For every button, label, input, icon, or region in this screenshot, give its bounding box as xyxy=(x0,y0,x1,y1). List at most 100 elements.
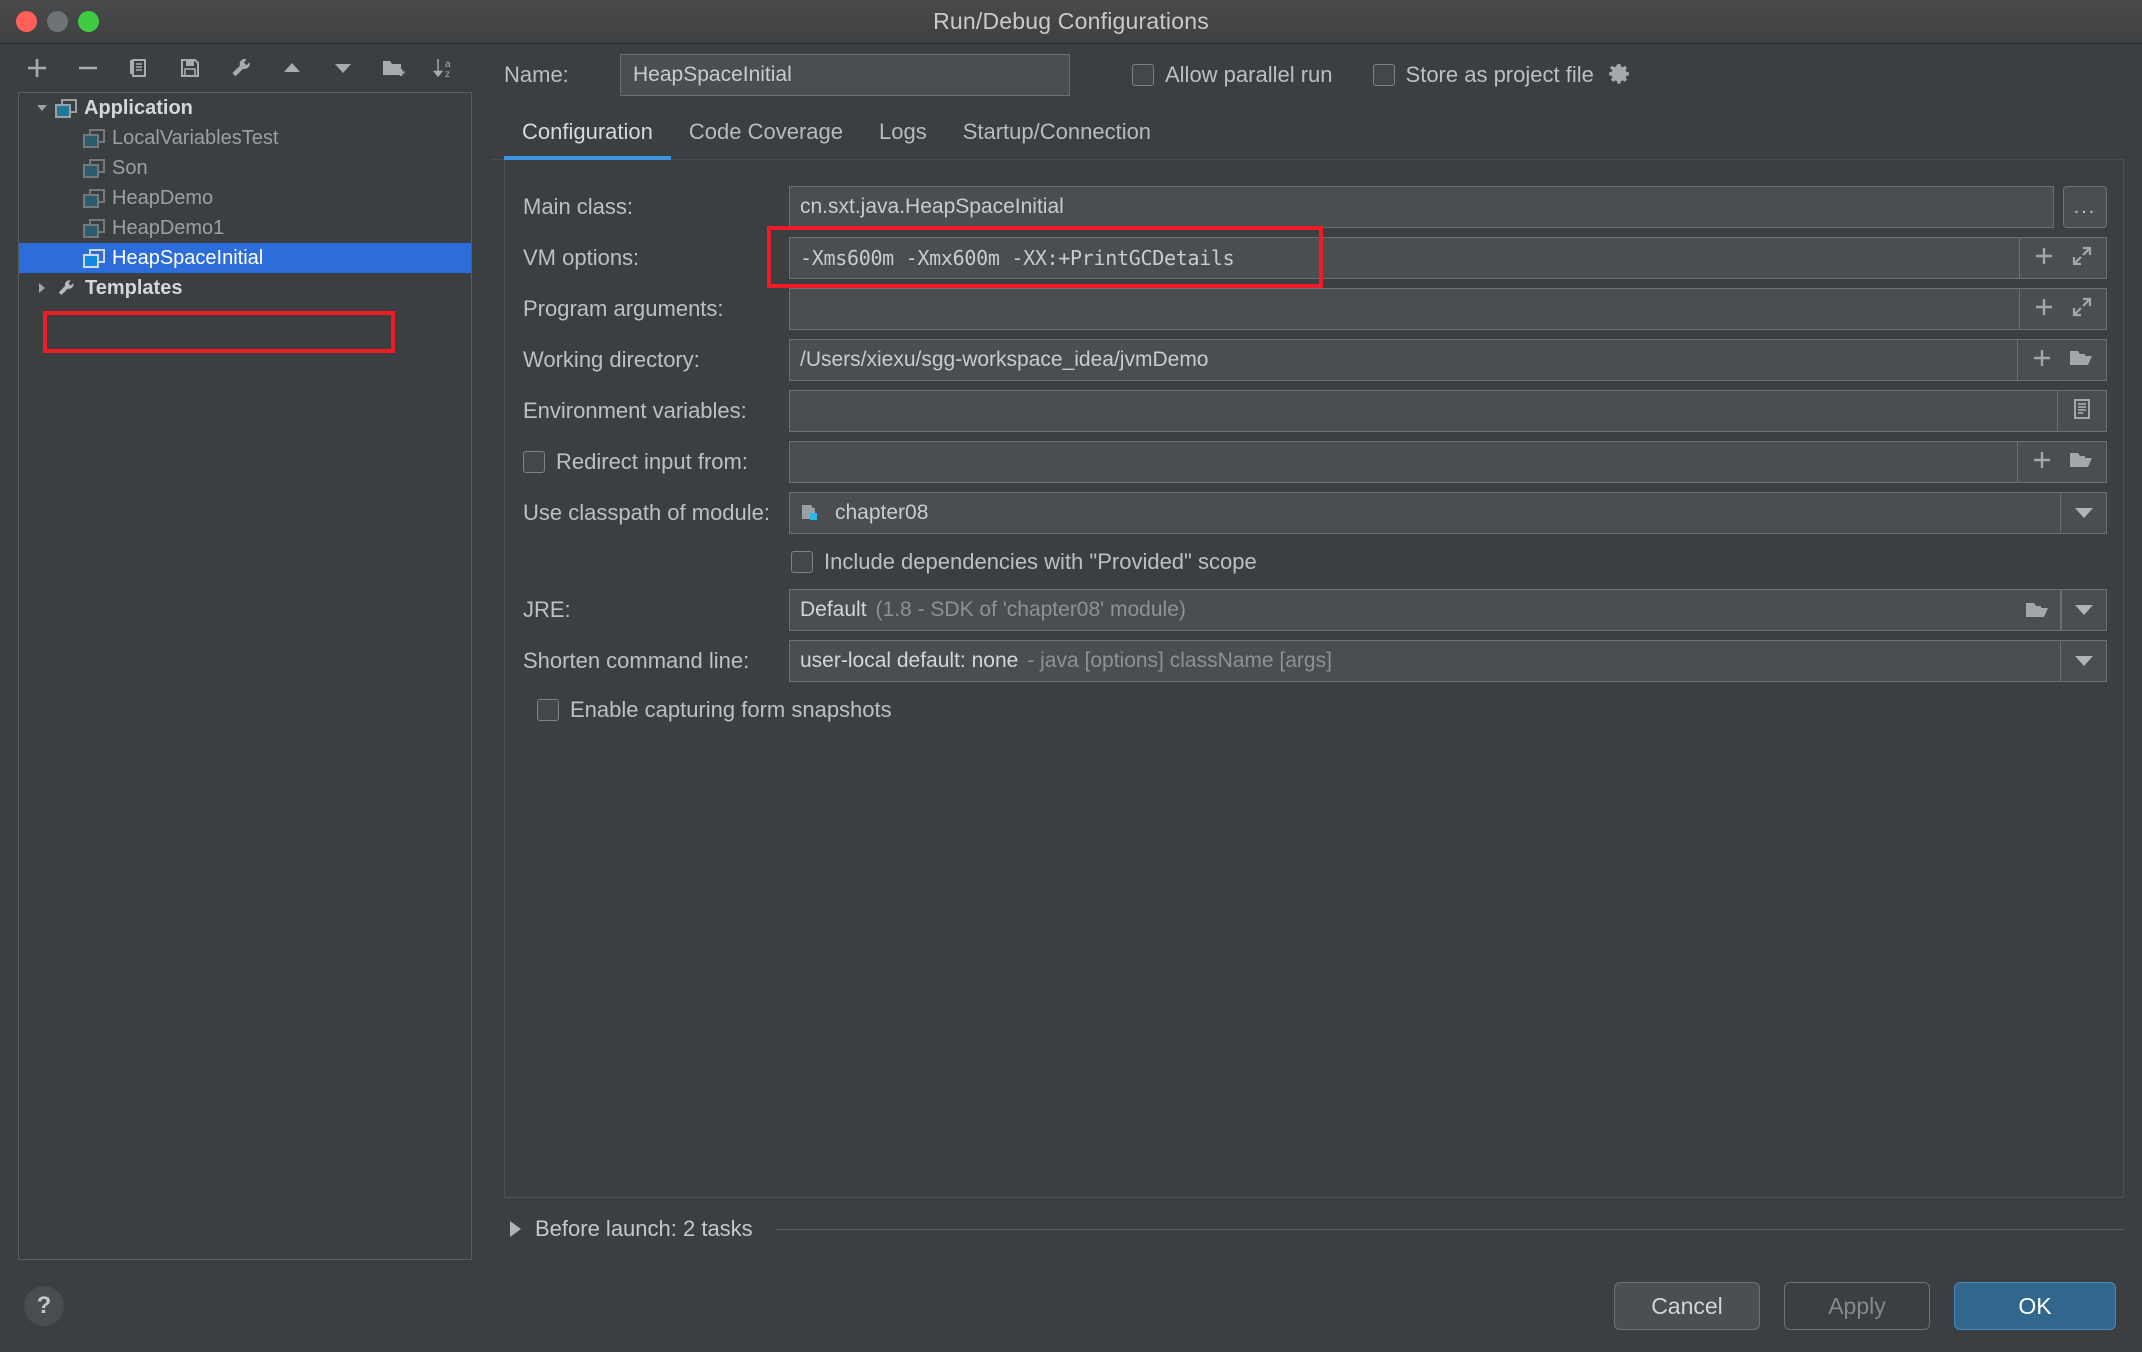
jre-combo[interactable]: Default (1.8 - SDK of 'chapter08' module… xyxy=(789,589,2061,631)
store-as-project-file-checkbox[interactable]: Store as project file xyxy=(1372,62,1594,88)
name-label: Name: xyxy=(504,62,569,87)
tree-item-label: LocalVariablesTest xyxy=(112,126,279,149)
expand-icon[interactable] xyxy=(2070,244,2094,273)
folder-icon[interactable] xyxy=(2068,448,2094,477)
tree-item-heapdemo[interactable]: HeapDemo xyxy=(19,183,471,213)
checkbox-box[interactable] xyxy=(537,699,559,721)
shorten-command-line-detail: - java [options] className [args] xyxy=(1027,649,1332,672)
list-icon[interactable] xyxy=(2070,397,2094,426)
edit-templates-button[interactable] xyxy=(224,51,258,85)
chevron-down-icon xyxy=(2074,656,2093,666)
tree-item-templates[interactable]: Templates xyxy=(19,273,471,303)
tree-item-label: Templates xyxy=(85,276,183,299)
checkbox-box[interactable] xyxy=(791,551,813,573)
configurations-tree[interactable]: Application LocalVariablesTest Son HeapD… xyxy=(18,92,472,1260)
chevron-down-icon[interactable] xyxy=(29,100,55,116)
tree-item-application[interactable]: Application xyxy=(19,93,471,123)
shorten-command-line-dropdown-arrow[interactable] xyxy=(2061,640,2107,682)
annotation-rect-selected-config xyxy=(43,311,395,353)
program-arguments-row: Program arguments: xyxy=(521,284,2107,334)
window-controls xyxy=(16,11,99,32)
editor-tabs[interactable]: Configuration Code Coverage Logs Startup… xyxy=(492,106,2124,160)
help-button[interactable]: ? xyxy=(24,1286,64,1326)
maximize-button[interactable] xyxy=(78,11,99,32)
module-icon xyxy=(800,502,826,524)
chevron-right-icon[interactable] xyxy=(510,1221,521,1237)
main-class-input[interactable]: cn.sxt.java.HeapSpaceInitial xyxy=(789,186,2054,228)
name-input[interactable]: HeapSpaceInitial xyxy=(620,54,1070,96)
tab-code-coverage[interactable]: Code Coverage xyxy=(671,119,861,159)
program-arguments-input[interactable] xyxy=(789,288,2020,330)
dialog-body: a z Application LocalVariablesTest Son H… xyxy=(0,44,2142,1260)
include-provided-checkbox[interactable]: Include dependencies with "Provided" sco… xyxy=(791,549,1257,575)
dialog-footer: ? Cancel Apply OK xyxy=(0,1260,2142,1352)
minimize-button[interactable] xyxy=(47,11,68,32)
enable-form-snapshots-row: Enable capturing form snapshots xyxy=(521,687,2107,733)
ok-button[interactable]: OK xyxy=(1954,1282,2116,1330)
redirect-input-checkbox[interactable]: Redirect input from: xyxy=(521,449,789,475)
classpath-module-dropdown-arrow[interactable] xyxy=(2061,492,2107,534)
remove-configuration-button[interactable] xyxy=(71,51,105,85)
checkbox-box[interactable] xyxy=(523,451,545,473)
program-arguments-label: Program arguments: xyxy=(523,296,724,321)
tab-logs[interactable]: Logs xyxy=(861,119,945,159)
allow-parallel-run-checkbox[interactable]: Allow parallel run xyxy=(1132,62,1333,88)
main-class-browse-button[interactable]: ... xyxy=(2063,186,2107,228)
plus-icon[interactable] xyxy=(2032,244,2056,273)
tree-item-heapspaceinitial[interactable]: HeapSpaceInitial xyxy=(19,243,471,273)
tree-item-label: HeapDemo1 xyxy=(112,216,225,239)
redirect-input-label: Redirect input from: xyxy=(556,449,748,474)
classpath-module-label: Use classpath of module: xyxy=(523,500,771,525)
move-up-button[interactable] xyxy=(275,51,309,85)
save-configuration-button[interactable] xyxy=(173,51,207,85)
redirect-input-field[interactable] xyxy=(789,441,2018,483)
tree-item-heapdemo1[interactable]: HeapDemo1 xyxy=(19,213,471,243)
tab-startup-connection[interactable]: Startup/Connection xyxy=(945,119,1169,159)
plus-icon[interactable] xyxy=(2030,346,2054,375)
jre-dropdown-arrow[interactable] xyxy=(2061,589,2107,631)
chevron-down-icon xyxy=(2074,508,2093,518)
expand-icon[interactable] xyxy=(2070,295,2094,324)
tree-item-label: Application xyxy=(84,96,193,119)
application-icon xyxy=(83,248,105,268)
sort-configurations-button[interactable]: a z xyxy=(428,51,462,85)
configurations-toolbar: a z xyxy=(0,44,492,92)
folder-icon[interactable] xyxy=(2024,598,2050,622)
move-down-button[interactable] xyxy=(326,51,360,85)
working-directory-row: Working directory: /Users/xiexu/sgg-work… xyxy=(521,335,2107,385)
wrench-icon xyxy=(55,277,79,299)
tree-item-son[interactable]: Son xyxy=(19,153,471,183)
run-debug-configurations-dialog: Run/Debug Configurations a z Application… xyxy=(0,0,2142,1352)
folder-icon[interactable] xyxy=(2068,346,2094,375)
application-icon xyxy=(83,218,105,238)
before-launch-section[interactable]: Before launch: 2 tasks xyxy=(504,1198,2124,1260)
jre-value: Default xyxy=(800,598,867,621)
application-icon xyxy=(83,188,105,208)
plus-icon[interactable] xyxy=(2032,295,2056,324)
apply-button[interactable]: Apply xyxy=(1784,1282,1930,1330)
allow-parallel-run-label: Allow parallel run xyxy=(1165,62,1333,87)
checkbox-box[interactable] xyxy=(1372,64,1395,86)
configuration-form: Main class: cn.sxt.java.HeapSpaceInitial… xyxy=(504,160,2124,1198)
chevron-right-icon[interactable] xyxy=(29,280,55,296)
classpath-module-combo[interactable]: chapter08 xyxy=(789,492,2061,534)
environment-variables-input[interactable] xyxy=(789,390,2058,432)
title-bar: Run/Debug Configurations xyxy=(0,0,2142,44)
checkbox-box[interactable] xyxy=(1132,64,1154,86)
gear-icon[interactable] xyxy=(1606,62,1632,88)
enable-form-snapshots-checkbox[interactable]: Enable capturing form snapshots xyxy=(537,697,892,723)
add-configuration-button[interactable] xyxy=(20,51,54,85)
plus-icon[interactable] xyxy=(2030,448,2054,477)
new-folder-button[interactable] xyxy=(377,51,411,85)
shorten-command-line-combo[interactable]: user-local default: none - java [options… xyxy=(789,640,2061,682)
vm-options-input[interactable]: -Xms600m -Xmx600m -XX:+PrintGCDetails xyxy=(789,237,2020,279)
environment-variables-buttons xyxy=(2058,390,2107,432)
program-arguments-buttons xyxy=(2020,288,2107,330)
close-button[interactable] xyxy=(16,11,37,32)
tab-configuration[interactable]: Configuration xyxy=(504,119,671,160)
tree-item-localvariablestest[interactable]: LocalVariablesTest xyxy=(19,123,471,153)
cancel-button[interactable]: Cancel xyxy=(1614,1282,1760,1330)
working-directory-input[interactable]: /Users/xiexu/sgg-workspace_idea/jvmDemo xyxy=(789,339,2018,381)
copy-configuration-button[interactable] xyxy=(122,51,156,85)
main-class-row: Main class: cn.sxt.java.HeapSpaceInitial… xyxy=(521,182,2107,232)
